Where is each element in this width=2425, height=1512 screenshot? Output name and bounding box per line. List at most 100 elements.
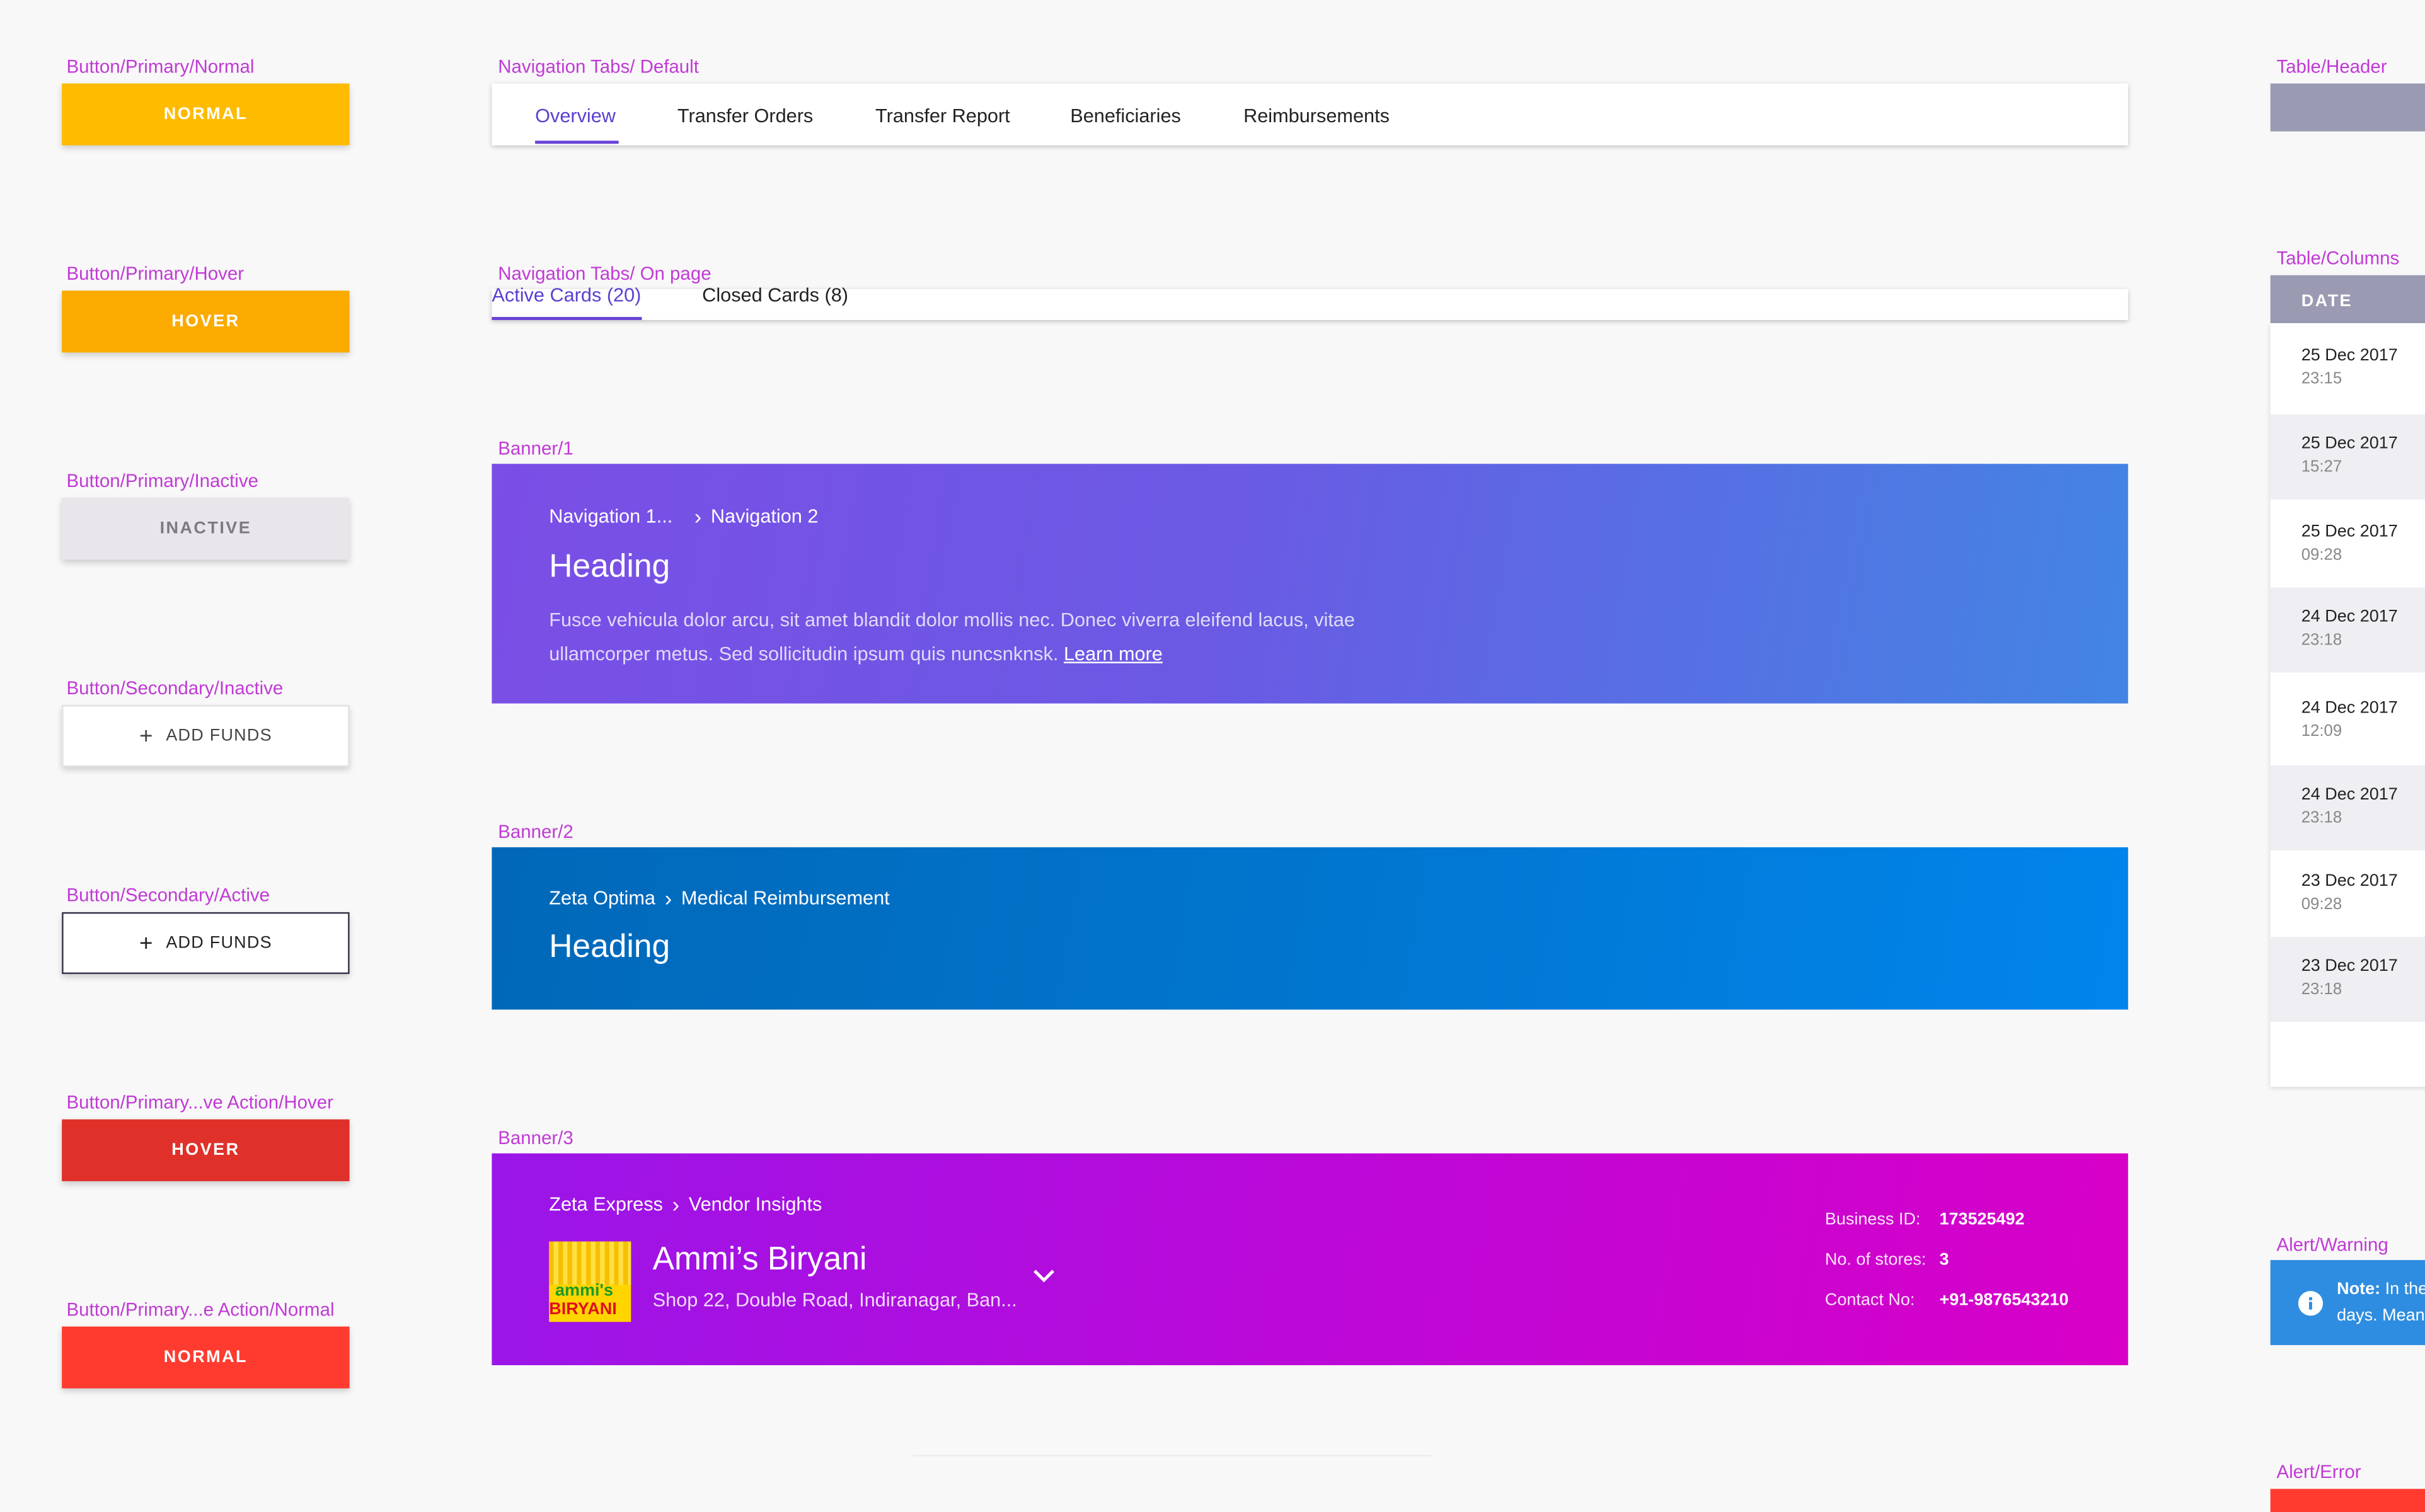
- table-row[interactable]: 24 Dec 2017 12:09: [2270, 679, 2425, 764]
- add-funds-secondary-active-button[interactable]: + ADD FUNDS: [62, 912, 350, 975]
- label-alert-error: Alert/Error: [2276, 1461, 2361, 1483]
- add-funds-label: ADD FUNDS: [166, 726, 272, 745]
- table-column-header[interactable]: DATE: [2270, 275, 2425, 323]
- banner-description: Fusce vehicula dolor arcu, sit amet blan…: [549, 603, 1415, 671]
- plus-icon: +: [139, 930, 154, 956]
- alert-text-line-2: days. Mean: [2337, 1306, 2425, 1326]
- active-tab-underline: [535, 140, 619, 144]
- label-alert-warning: Alert/Warning: [2276, 1234, 2388, 1256]
- breadcrumb-item-1[interactable]: Navigation 1...: [549, 505, 672, 527]
- banner-heading: Heading: [549, 549, 671, 585]
- label-button-primary-normal: Button/Primary/Normal: [66, 55, 255, 77]
- contact-value: +91-9876543210: [1939, 1291, 2069, 1310]
- breadcrumb-item-2[interactable]: Navigation 2: [711, 505, 819, 527]
- negative-normal-button[interactable]: NORMAL: [62, 1326, 350, 1389]
- info-icon: [2298, 1291, 2324, 1316]
- label-button-negative-normal: Button/Primary...e Action/Normal: [66, 1298, 335, 1320]
- row-time: 23:18: [2301, 980, 2342, 999]
- add-funds-label: ADD FUNDS: [166, 934, 272, 953]
- negative-hover-button[interactable]: HOVER: [62, 1119, 350, 1181]
- date-column-title: DATE: [2301, 292, 2353, 311]
- logo-text-top: ammi's: [555, 1281, 613, 1300]
- table-header: [2270, 83, 2425, 132]
- chevron-right-icon: ›: [694, 504, 702, 529]
- row-date: 25 Dec 2017: [2301, 522, 2398, 541]
- row-time: 23:18: [2301, 808, 2342, 827]
- row-date: 25 Dec 2017: [2301, 434, 2398, 454]
- logo-pattern: [549, 1241, 631, 1285]
- stores-label: No. of stores:: [1824, 1251, 1927, 1269]
- tab-reimbursements[interactable]: Reimbursements: [1243, 105, 1390, 127]
- table-row[interactable]: 23 Dec 2017 09:28: [2270, 852, 2425, 937]
- label-button-primary-hover: Button/Primary/Hover: [66, 263, 245, 285]
- banner-heading: Heading: [549, 929, 671, 965]
- label-nav-tabs-onpage: Navigation Tabs/ On page: [498, 263, 711, 285]
- table-row[interactable]: 24 Dec 2017 23:18: [2270, 587, 2425, 673]
- tab-overview[interactable]: Overview: [535, 105, 616, 127]
- row-time: 23:18: [2301, 631, 2342, 650]
- row-date: 25 Dec 2017: [2301, 346, 2398, 365]
- primary-normal-button[interactable]: NORMAL: [62, 83, 350, 146]
- table-row[interactable]: 25 Dec 2017 09:28: [2270, 502, 2425, 588]
- chevron-right-icon: ›: [664, 886, 672, 911]
- vendor-address: Shop 22, Double Road, Indiranagar, Ban..…: [652, 1289, 1017, 1312]
- nav-tabs-onpage: Active Cards (20) Closed Cards (8): [492, 285, 2128, 320]
- label-button-primary-inactive: Button/Primary/Inactive: [66, 470, 258, 492]
- logo-text-bottom: BIRYANI: [549, 1300, 617, 1319]
- label-button-secondary-inactive: Button/Secondary/Inactive: [66, 677, 284, 699]
- tab-transfer-orders[interactable]: Transfer Orders: [677, 105, 813, 127]
- row-time: 15:27: [2301, 457, 2342, 476]
- label-button-negative-hover: Button/Primary...ve Action/Hover: [66, 1091, 333, 1113]
- tab-beneficiaries[interactable]: Beneficiaries: [1070, 105, 1181, 127]
- row-date: 24 Dec 2017: [2301, 785, 2398, 805]
- banner-2: Zeta Optima › Medical Reimbursement Head…: [492, 847, 2128, 1010]
- vendor-name: Ammi’s Biryani: [652, 1241, 867, 1278]
- label-banner-1: Banner/1: [498, 437, 573, 459]
- primary-hover-button[interactable]: HOVER: [62, 290, 350, 353]
- alert-text: In the: [2385, 1280, 2425, 1299]
- business-id-label: Business ID:: [1824, 1210, 1921, 1230]
- alert-error: [2270, 1489, 2425, 1512]
- breadcrumb: Zeta Optima › Medical Reimbursement: [549, 886, 889, 910]
- row-time: 23:15: [2301, 369, 2342, 388]
- vendor-logo: ammi's BIRYANI: [549, 1241, 631, 1322]
- table-row[interactable]: 25 Dec 2017 23:15: [2270, 326, 2425, 411]
- breadcrumb-item-1[interactable]: Zeta Optima: [549, 888, 655, 909]
- label-table-header: Table/Header: [2276, 55, 2387, 77]
- banner-text: Fusce vehicula dolor arcu, sit amet blan…: [549, 609, 1356, 665]
- label-banner-3: Banner/3: [498, 1127, 573, 1149]
- label-nav-tabs-default: Navigation Tabs/ Default: [498, 55, 699, 77]
- row-time: 09:28: [2301, 546, 2342, 564]
- label-table-columns: Table/Columns: [2276, 247, 2400, 270]
- label-button-secondary-active: Button/Secondary/Active: [66, 884, 270, 907]
- chevron-right-icon: ›: [672, 1192, 680, 1217]
- divider: [912, 1455, 1432, 1457]
- breadcrumb: Zeta Express › Vendor Insights: [549, 1192, 822, 1217]
- breadcrumb-item-2[interactable]: Medical Reimbursement: [681, 888, 890, 909]
- banner-3: Zeta Express › Vendor Insights ammi's BI…: [492, 1153, 2128, 1365]
- row-time: 09:28: [2301, 895, 2342, 914]
- primary-inactive-button[interactable]: INACTIVE: [62, 498, 350, 560]
- learn-more-link[interactable]: Learn more: [1064, 643, 1163, 665]
- breadcrumb-item-1[interactable]: Zeta Express: [549, 1194, 663, 1215]
- chevron-down-icon[interactable]: [1032, 1268, 1056, 1283]
- alert-warning: Note: In the days. Mean: [2270, 1260, 2425, 1346]
- row-date: 24 Dec 2017: [2301, 607, 2398, 626]
- plus-icon: +: [139, 723, 154, 750]
- tab-closed-cards[interactable]: Closed Cards (8): [702, 285, 848, 306]
- breadcrumb: Navigation 1... › Navigation 2: [549, 504, 818, 529]
- tab-transfer-report[interactable]: Transfer Report: [875, 105, 1010, 127]
- table-row[interactable]: 25 Dec 2017 15:27: [2270, 414, 2425, 500]
- row-date: 23 Dec 2017: [2301, 957, 2398, 976]
- tab-active-cards[interactable]: Active Cards (20): [492, 285, 641, 306]
- table-row[interactable]: 24 Dec 2017 23:18: [2270, 765, 2425, 850]
- add-funds-secondary-inactive-button[interactable]: + ADD FUNDS: [62, 705, 350, 767]
- nav-tabs-default: Overview Transfer Orders Transfer Report…: [492, 83, 2128, 146]
- contact-label: Contact No:: [1824, 1291, 1915, 1310]
- breadcrumb-item-2[interactable]: Vendor Insights: [689, 1194, 822, 1215]
- row-time: 12:09: [2301, 722, 2342, 741]
- row-date: 23 Dec 2017: [2301, 872, 2398, 891]
- row-date: 24 Dec 2017: [2301, 699, 2398, 718]
- table-row[interactable]: 23 Dec 2017 23:18: [2270, 937, 2425, 1022]
- label-banner-2: Banner/2: [498, 821, 573, 843]
